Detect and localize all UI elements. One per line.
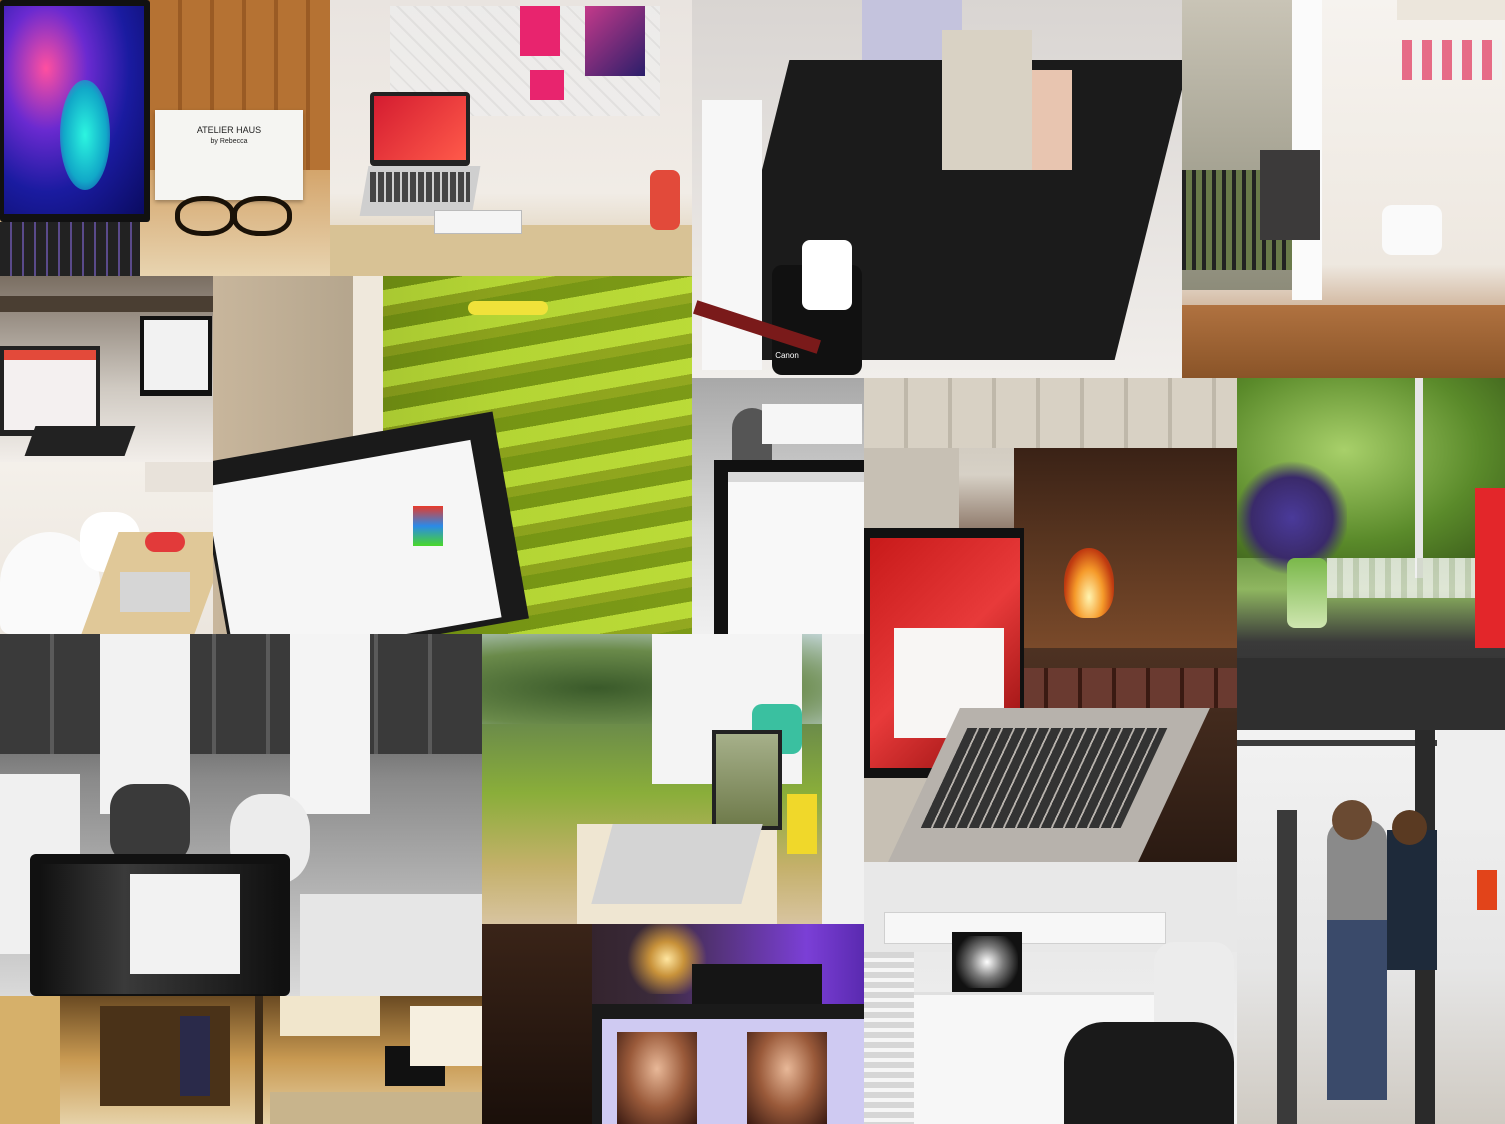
photo-garden-laptop [482, 634, 864, 924]
photo-black-book-camera: Canon [692, 0, 1182, 378]
photo-train-window-laptop [213, 276, 692, 634]
photo-black-white-workspace [0, 634, 482, 996]
photo-white-desk-room [0, 462, 213, 634]
photo-fireplace-laptop [864, 378, 1237, 862]
photo-collage: ATELIER HAUS by Rebecca Canon [0, 0, 1505, 1124]
photo-purple-room-monitor [482, 924, 864, 1124]
photo-office-computers [0, 276, 213, 462]
photo-flowers-window [1237, 378, 1505, 730]
pink-box [530, 70, 564, 100]
photo-photo-studio [1237, 730, 1505, 1124]
camera-brand-text: Canon [775, 351, 799, 360]
card-title: ATELIER HAUS [196, 125, 262, 135]
photo-bright-white-office [864, 862, 1237, 1124]
card-subtitle: by Rebecca [210, 138, 248, 145]
fire-flame [1064, 548, 1114, 618]
photo-warm-workshop [0, 996, 482, 1124]
photo-desk-laptop-glasses: ATELIER HAUS by Rebecca [0, 0, 330, 276]
photo-bedroom-desk-pink-laptop [330, 0, 692, 276]
photo-white-room-window [1182, 0, 1505, 378]
photo-small-monitor-desk [692, 378, 864, 634]
